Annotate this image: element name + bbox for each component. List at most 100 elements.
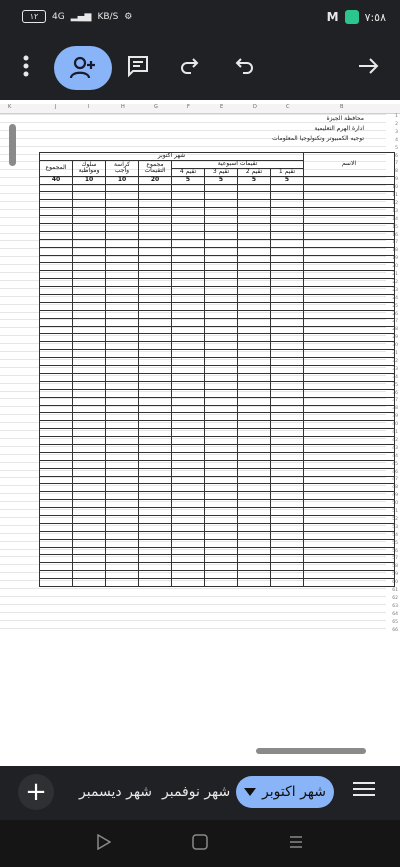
student-cell[interactable]: [270, 475, 304, 485]
student-row[interactable]: [39, 357, 395, 367]
student-row[interactable]: [39, 238, 395, 248]
student-cell[interactable]: [270, 428, 304, 438]
student-cell[interactable]: [303, 530, 395, 540]
student-cell[interactable]: [237, 483, 271, 493]
month-title-cell[interactable]: شهر اكتوبر: [39, 152, 304, 161]
student-row[interactable]: [39, 499, 395, 509]
student-cell[interactable]: [303, 475, 395, 485]
student-cell[interactable]: [237, 357, 271, 367]
student-cell[interactable]: [39, 183, 73, 193]
student-cell[interactable]: [204, 578, 238, 587]
student-cell[interactable]: [105, 357, 139, 367]
student-cell[interactable]: [39, 546, 73, 556]
student-cell[interactable]: [270, 270, 304, 280]
spreadsheet-area[interactable]: KJIHGFEDCB 1 2 3 4 5 6 7 8 9 10 11 12 13 14 15 16 17 18 19…: [0, 100, 400, 766]
student-cell[interactable]: [237, 404, 271, 414]
student-cell[interactable]: [237, 467, 271, 477]
student-cell[interactable]: [105, 483, 139, 493]
student-cell[interactable]: [39, 270, 73, 280]
student-cell[interactable]: [39, 254, 73, 264]
student-cell[interactable]: [237, 530, 271, 540]
student-cell[interactable]: [72, 286, 106, 296]
student-cell[interactable]: [39, 554, 73, 564]
student-cell[interactable]: [138, 199, 172, 209]
student-cell[interactable]: [39, 562, 73, 572]
student-cell[interactable]: [105, 246, 139, 256]
student-cell[interactable]: [303, 333, 395, 343]
student-cell[interactable]: [138, 309, 172, 319]
student-cell[interactable]: [39, 388, 73, 398]
student-row[interactable]: [39, 404, 395, 414]
student-cell[interactable]: [204, 420, 238, 430]
student-cell[interactable]: [303, 215, 395, 225]
student-cell[interactable]: [204, 301, 238, 311]
column-letter[interactable]: D: [253, 104, 257, 110]
student-cell[interactable]: [39, 530, 73, 540]
student-row[interactable]: [39, 294, 395, 303]
student-cell[interactable]: [72, 278, 106, 288]
student-cell[interactable]: [270, 254, 304, 264]
student-cell[interactable]: [171, 530, 205, 540]
student-cell[interactable]: [72, 459, 106, 469]
max-score-cell[interactable]: 5: [171, 175, 205, 185]
max-score-cell[interactable]: 5: [204, 175, 238, 185]
student-cell[interactable]: [171, 262, 205, 272]
student-cell[interactable]: [303, 436, 395, 445]
student-cell[interactable]: [105, 388, 139, 398]
student-row[interactable]: [39, 365, 395, 374]
student-cell[interactable]: [171, 436, 205, 445]
student-row[interactable]: [39, 436, 395, 445]
student-cell[interactable]: [270, 443, 304, 453]
student-cell[interactable]: [138, 191, 172, 201]
student-cell[interactable]: [204, 207, 238, 217]
student-cell[interactable]: [204, 230, 238, 240]
student-cell[interactable]: [237, 459, 271, 469]
student-cell[interactable]: [237, 499, 271, 509]
name-column-header[interactable]: الاسم: [303, 152, 395, 177]
student-cell[interactable]: [105, 507, 139, 516]
student-cell[interactable]: [105, 467, 139, 477]
student-cell[interactable]: [39, 262, 73, 272]
tab-november[interactable]: شهر نوفمبر: [162, 776, 230, 808]
student-cell[interactable]: [303, 230, 395, 240]
student-cell[interactable]: [39, 380, 73, 390]
student-cell[interactable]: [171, 349, 205, 359]
student-cell[interactable]: [237, 507, 271, 516]
student-cell[interactable]: [105, 514, 139, 524]
student-cell[interactable]: [303, 317, 395, 327]
student-cell[interactable]: [237, 396, 271, 406]
row-number[interactable]: 66: [392, 628, 398, 633]
student-cell[interactable]: [270, 357, 304, 367]
student-cell[interactable]: [171, 380, 205, 390]
student-cell[interactable]: [270, 246, 304, 256]
student-cell[interactable]: [303, 262, 395, 272]
student-cell[interactable]: [105, 499, 139, 509]
student-cell[interactable]: [72, 451, 106, 461]
student-cell[interactable]: [171, 459, 205, 469]
student-cell[interactable]: [237, 262, 271, 272]
student-cell[interactable]: [39, 483, 73, 493]
student-cell[interactable]: [39, 451, 73, 461]
student-cell[interactable]: [270, 499, 304, 509]
student-cell[interactable]: [303, 578, 395, 587]
student-cell[interactable]: [138, 215, 172, 225]
student-cell[interactable]: [303, 294, 395, 303]
student-cell[interactable]: [138, 333, 172, 343]
student-cell[interactable]: [72, 499, 106, 509]
student-cell[interactable]: [39, 238, 73, 248]
student-cell[interactable]: [105, 270, 139, 280]
student-cell[interactable]: [270, 309, 304, 319]
student-cell[interactable]: [138, 301, 172, 311]
student-row[interactable]: [39, 191, 395, 201]
student-cell[interactable]: [303, 278, 395, 288]
student-cell[interactable]: [72, 522, 106, 532]
student-cell[interactable]: [72, 538, 106, 548]
student-cell[interactable]: [204, 278, 238, 288]
student-row[interactable]: [39, 270, 395, 280]
student-cell[interactable]: [237, 254, 271, 264]
student-cell[interactable]: [171, 207, 205, 217]
student-cell[interactable]: [72, 215, 106, 225]
student-cell[interactable]: [303, 349, 395, 359]
tab-december[interactable]: شهر ديسمبر: [79, 776, 152, 808]
weekly-assessments-header[interactable]: تقيمات اسبوعية: [171, 159, 304, 169]
